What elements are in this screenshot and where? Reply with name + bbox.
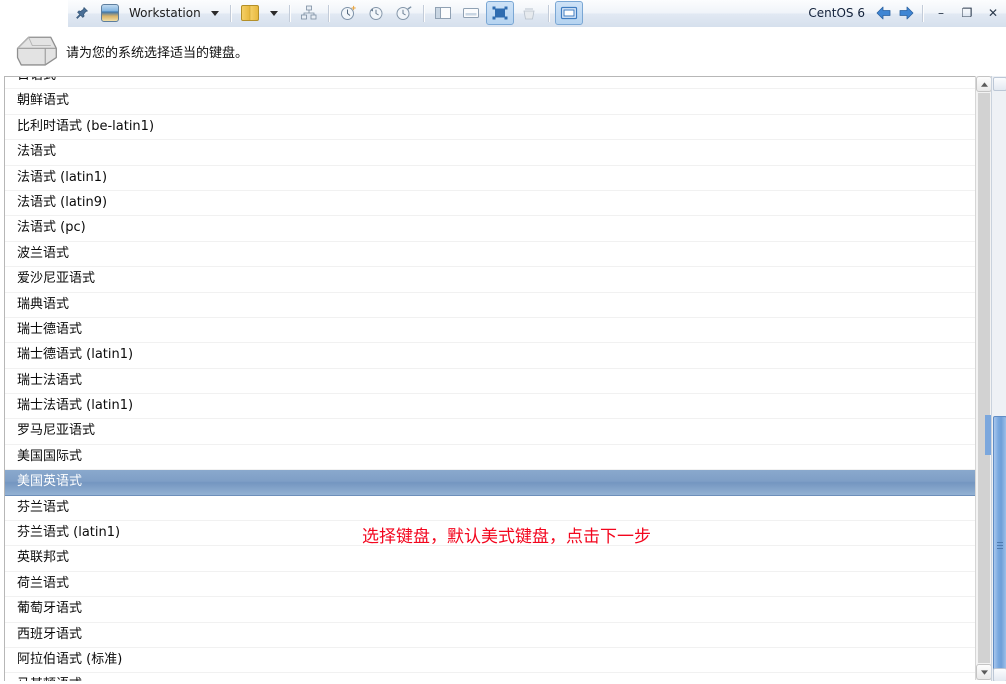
toolbar-separator	[229, 4, 231, 22]
pin-glyph	[76, 6, 89, 19]
keyboard-glyph	[16, 36, 57, 66]
scroll-thumb-grip	[997, 542, 1003, 550]
list-item[interactable]: 瑞士德语式	[5, 318, 975, 344]
toolbar-separator-5	[547, 4, 549, 22]
toolbar-separator-6	[922, 4, 923, 22]
list-item[interactable]: 瑞典语式	[5, 293, 975, 318]
library-chevron-down-icon[interactable]	[269, 10, 278, 16]
list-item[interactable]: 美国国际式	[5, 445, 975, 471]
list-item[interactable]: 法语式	[5, 140, 975, 166]
pin-icon[interactable]	[69, 2, 95, 24]
take-snapshot-glyph	[340, 5, 356, 20]
library-icon[interactable]	[237, 2, 263, 24]
list-item[interactable]: 法语式 (latin9)	[5, 191, 975, 217]
list-scroll-track[interactable]	[978, 93, 990, 663]
keyboard-list-inner: 日语式朝鲜语式比利时语式 (be-latin1)法语式法语式 (latin1)法…	[5, 77, 975, 681]
window-scroll-thumb[interactable]	[993, 416, 1006, 676]
list-scroll-down-button[interactable]	[976, 664, 992, 680]
sidebar-glyph	[434, 7, 451, 19]
show-sidebar-icon[interactable]	[430, 2, 456, 24]
list-item[interactable]: 葡萄牙语式	[5, 597, 975, 623]
annotation-text: 选择键盘，默认美式键盘，点击下一步	[362, 527, 651, 547]
back-arrow-glyph	[876, 6, 891, 20]
toolbar-separator-3	[327, 4, 329, 22]
unity-glyph	[523, 8, 535, 20]
close-button[interactable]: ✕	[980, 3, 1006, 23]
toolbar-separator-2	[288, 4, 290, 22]
back-arrow-icon[interactable]	[873, 2, 895, 24]
list-item[interactable]: 瑞士法语式	[5, 369, 975, 395]
list-item[interactable]: 波兰语式	[5, 242, 975, 268]
restore-button[interactable]: ❐	[954, 3, 980, 23]
list-item[interactable]: 瑞士德语式 (latin1)	[5, 343, 975, 369]
list-item-selected[interactable]: 美国英语式	[5, 470, 975, 496]
vmware-window: Workstation CentOS 6 – ❐ ✕ 请为您的系统选择适当的键盘…	[0, 0, 1006, 684]
window-scroll-down-button[interactable]	[993, 668, 1006, 682]
forward-arrow-glyph	[899, 6, 914, 20]
app-menu-label[interactable]: Workstation	[124, 6, 205, 20]
minimize-button[interactable]: –	[928, 3, 954, 23]
list-scroll-up-button[interactable]	[976, 76, 992, 92]
keyboard-list[interactable]: 日语式朝鲜语式比利时语式 (be-latin1)法语式法语式 (latin1)法…	[4, 76, 975, 682]
toolbar-left-pad	[0, 0, 68, 27]
list-item[interactable]: 阿拉伯语式 (标准)	[5, 648, 975, 674]
toolbar-separator-4	[422, 4, 424, 22]
list-item[interactable]: 朝鲜语式	[5, 89, 975, 115]
manage-snapshots-icon[interactable]	[391, 2, 417, 24]
list-item[interactable]: 西班牙语式	[5, 623, 975, 648]
console-view-glyph	[560, 6, 577, 20]
show-thumbnail-bar-icon[interactable]	[458, 2, 484, 24]
fullscreen-glyph	[492, 6, 508, 20]
list-item[interactable]: 日语式	[5, 77, 975, 90]
fullscreen-icon[interactable]	[485, 1, 514, 25]
toolbar-main: Workstation CentOS 6 – ❐ ✕	[68, 0, 1006, 28]
installer-prompt: 请为您的系统选择适当的键盘。	[66, 46, 249, 61]
window-scrollbar[interactable]	[991, 76, 1006, 684]
keyboard-icon	[12, 33, 60, 75]
list-item[interactable]: 荷兰语式	[5, 572, 975, 598]
snapshot-manager-icon[interactable]	[296, 2, 322, 24]
unity-icon[interactable]	[516, 2, 542, 24]
forward-arrow-icon[interactable]	[895, 2, 917, 24]
list-item[interactable]: 法语式 (latin1)	[5, 166, 975, 191]
take-snapshot-icon[interactable]	[335, 2, 361, 24]
chevron-up-icon	[980, 81, 988, 87]
list-item[interactable]: 罗马尼亚语式	[5, 419, 975, 445]
chevron-down-icon[interactable]	[210, 10, 219, 16]
vmware-toolbar: Workstation CentOS 6 – ❐ ✕	[0, 0, 1006, 28]
window-scroll-up-button[interactable]	[993, 77, 1006, 91]
list-item[interactable]: 芬兰语式	[5, 496, 975, 522]
snapshot-tree-glyph	[300, 5, 317, 20]
list-item[interactable]: 法语式 (pc)	[5, 216, 975, 242]
library-glyph	[240, 5, 259, 21]
thumbnail-bar-glyph	[462, 8, 479, 18]
installer-header: 请为您的系统选择适当的键盘。	[0, 27, 1006, 76]
vm-title: CentOS 6	[808, 6, 865, 20]
vmware-app-glyph	[101, 4, 119, 22]
list-item[interactable]: 瑞士法语式 (latin1)	[5, 394, 975, 420]
revert-snapshot-glyph	[369, 7, 383, 20]
list-item[interactable]: 爱沙尼亚语式	[5, 267, 975, 293]
chevron-down-icon-2	[980, 669, 988, 675]
revert-snapshot-icon[interactable]	[363, 2, 389, 24]
manage-snapshots-glyph	[396, 6, 412, 20]
vmware-app-icon[interactable]	[97, 2, 123, 24]
list-item[interactable]: 比利时语式 (be-latin1)	[5, 115, 975, 141]
list-item[interactable]: 英联邦式	[5, 546, 975, 572]
console-view-icon[interactable]	[554, 1, 583, 25]
